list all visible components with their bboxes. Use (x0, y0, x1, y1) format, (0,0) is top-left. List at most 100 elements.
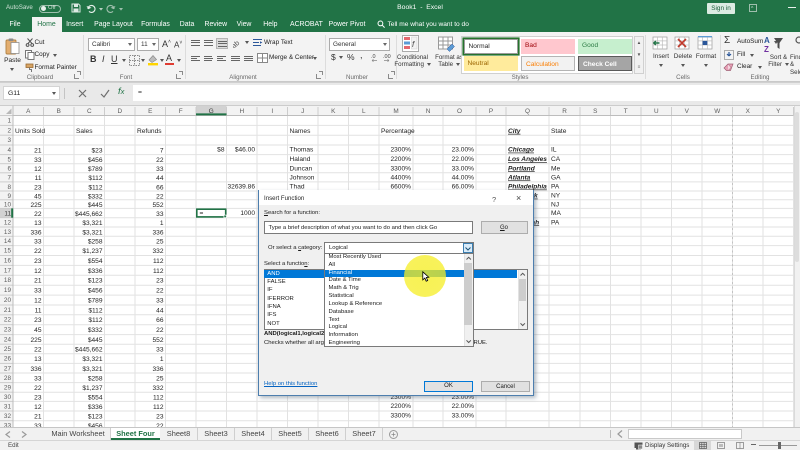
svg-text:33: 33 (34, 288, 42, 295)
svg-text:N: N (426, 108, 431, 115)
svg-text:$112: $112 (88, 307, 103, 314)
svg-text:Percentage: Percentage (381, 128, 415, 135)
svg-text:$554: $554 (88, 258, 103, 265)
svg-text:$3,321: $3,321 (82, 229, 103, 236)
svg-text:U: U (654, 108, 659, 115)
svg-text:26: 26 (4, 356, 12, 363)
svg-text:18: 18 (4, 277, 12, 284)
svg-text:9: 9 (7, 193, 11, 200)
svg-text:B: B (57, 108, 61, 115)
svg-text:33.00%: 33.00% (452, 165, 475, 172)
svg-text:Q: Q (525, 108, 530, 115)
svg-text:R: R (562, 108, 567, 115)
svg-text:S: S (593, 108, 597, 115)
svg-text:CA: CA (551, 156, 561, 163)
svg-text:22: 22 (156, 193, 164, 200)
svg-text:Chicago: Chicago (508, 147, 534, 154)
svg-text:Units Sold: Units Sold (15, 128, 45, 135)
svg-text:$23: $23 (91, 147, 102, 154)
svg-text:332: 332 (152, 248, 163, 255)
svg-text:O: O (457, 108, 462, 115)
svg-text:$258: $258 (88, 375, 103, 382)
svg-text:Refunds: Refunds (137, 128, 162, 135)
svg-text:24: 24 (4, 337, 12, 344)
svg-text:$3,321: $3,321 (82, 366, 103, 373)
svg-text:1000: 1000 (240, 210, 255, 217)
svg-text:22: 22 (156, 288, 164, 295)
svg-text:$789: $789 (88, 298, 103, 305)
svg-text:112: 112 (153, 404, 164, 411)
svg-text:23.00%: 23.00% (452, 147, 475, 154)
svg-text:$456: $456 (88, 157, 103, 164)
svg-text:225: 225 (30, 202, 41, 209)
svg-text:22.00%: 22.00% (452, 156, 475, 163)
svg-text:23: 23 (34, 184, 42, 191)
svg-text:336: 336 (152, 366, 163, 373)
svg-text:21: 21 (4, 307, 12, 314)
svg-text:V: V (685, 108, 690, 115)
svg-text:23: 23 (34, 395, 42, 402)
svg-text:45: 45 (34, 327, 42, 334)
svg-text:NY: NY (551, 193, 561, 200)
svg-text:66: 66 (156, 184, 164, 191)
svg-text:$3,321: $3,321 (82, 356, 103, 363)
svg-text:E: E (148, 108, 152, 115)
svg-text:$258: $258 (88, 239, 103, 246)
svg-text:12: 12 (34, 404, 42, 411)
svg-text:X: X (746, 108, 751, 115)
svg-text:Johnson: Johnson (290, 174, 315, 181)
svg-text:$332: $332 (88, 327, 103, 334)
svg-text:5: 5 (7, 157, 11, 164)
svg-text:23: 23 (156, 278, 164, 285)
svg-text:112: 112 (153, 395, 164, 402)
svg-text:A: A (26, 108, 31, 115)
svg-text:$445,662: $445,662 (75, 211, 103, 218)
svg-text:$445: $445 (88, 202, 103, 209)
svg-text:22: 22 (34, 347, 42, 354)
svg-text:F: F (179, 108, 183, 115)
svg-text:C: C (87, 108, 92, 115)
svg-text:3300%: 3300% (390, 165, 411, 172)
svg-text:23: 23 (156, 413, 164, 420)
svg-text:33: 33 (156, 298, 164, 305)
svg-text:19: 19 (4, 287, 12, 294)
svg-text:332: 332 (152, 385, 163, 392)
svg-text:112: 112 (153, 268, 164, 275)
svg-text:1: 1 (160, 356, 164, 363)
svg-text:13: 13 (34, 356, 42, 363)
svg-text:$336: $336 (88, 268, 103, 275)
svg-text:13: 13 (34, 220, 42, 227)
svg-text:22: 22 (156, 327, 164, 334)
svg-text:336: 336 (152, 229, 163, 236)
svg-text:4: 4 (7, 147, 11, 154)
svg-text:$445,662: $445,662 (75, 347, 103, 354)
svg-text:32639.86: 32639.86 (227, 184, 255, 191)
svg-text:25: 25 (4, 346, 12, 353)
svg-text:T: T (624, 108, 628, 115)
svg-text:16: 16 (4, 257, 12, 264)
svg-text:45: 45 (34, 193, 42, 200)
svg-text:$3,321: $3,321 (82, 220, 103, 227)
svg-text:Duncan: Duncan (290, 165, 313, 172)
svg-text:$456: $456 (88, 288, 103, 295)
svg-text:$123: $123 (88, 278, 103, 285)
svg-text:State: State (551, 128, 567, 135)
svg-text:H: H (239, 108, 244, 115)
svg-text:20: 20 (4, 297, 12, 304)
svg-text:12: 12 (34, 298, 42, 305)
svg-text:2200%: 2200% (390, 403, 411, 410)
svg-text:17: 17 (4, 267, 12, 274)
svg-text:$112: $112 (88, 184, 103, 191)
svg-text:8: 8 (7, 184, 11, 191)
svg-text:44: 44 (156, 175, 164, 182)
svg-text:112: 112 (153, 258, 164, 265)
svg-text:22: 22 (34, 248, 42, 255)
svg-text:33: 33 (156, 166, 164, 173)
svg-text:33: 33 (34, 157, 42, 164)
svg-text:1: 1 (7, 117, 11, 124)
svg-text:14: 14 (4, 238, 12, 245)
svg-text:=: = (200, 210, 204, 217)
svg-text:Names: Names (290, 128, 312, 135)
svg-text:GA: GA (551, 174, 561, 181)
svg-text:12: 12 (34, 166, 42, 173)
